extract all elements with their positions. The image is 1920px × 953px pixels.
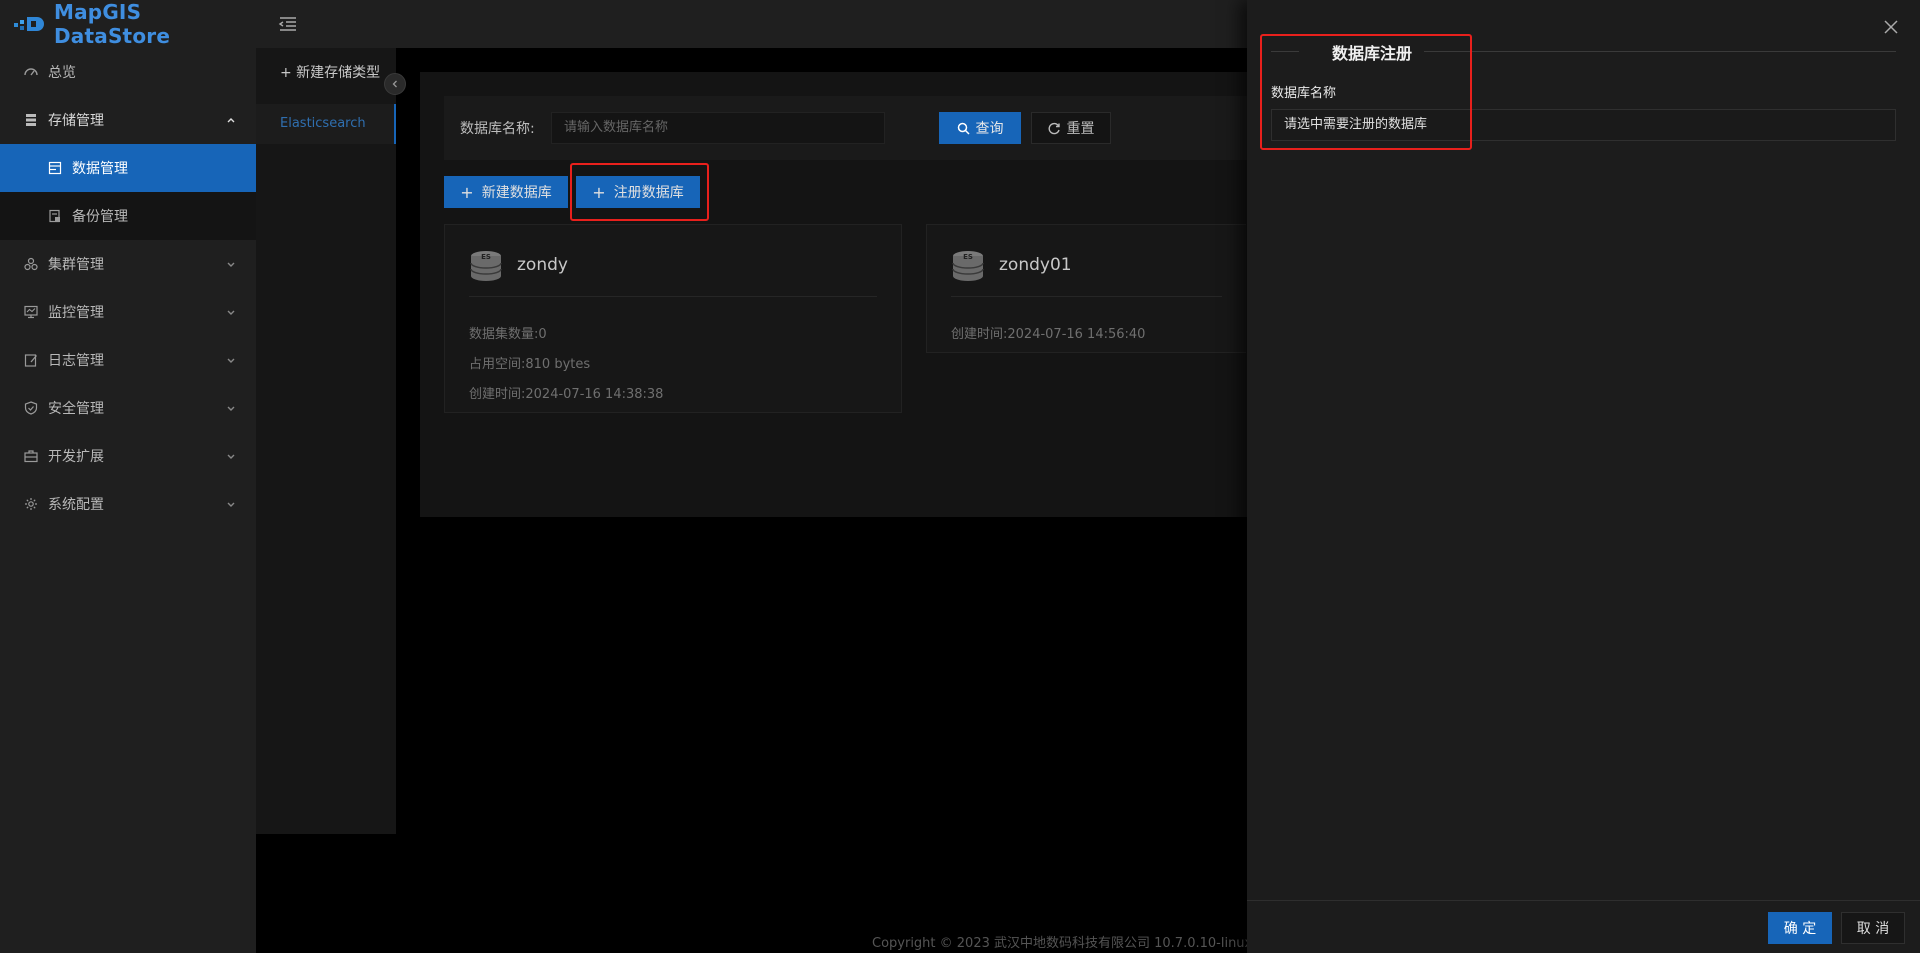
- sidebar-item-system-config[interactable]: 系统配置: [0, 480, 256, 528]
- storage-type-panel: + 新建存储类型 Elasticsearch: [256, 48, 396, 834]
- reload-icon: [1048, 122, 1061, 135]
- chevron-down-icon: [227, 454, 235, 459]
- close-icon[interactable]: [1882, 18, 1900, 36]
- chevron-up-icon: [227, 118, 235, 123]
- card-title: zondy: [517, 255, 568, 275]
- storage-icon: [24, 113, 38, 127]
- log-icon: [24, 353, 38, 367]
- card-dataset-count: 数据集数量:0: [469, 327, 547, 342]
- sidebar: MapGIS DataStore 总览 存储管理 数据管理 备份管理 集群管理 …: [0, 0, 256, 953]
- sidebar-item-cluster[interactable]: 集群管理: [0, 240, 256, 288]
- sidebar-item-security[interactable]: 安全管理: [0, 384, 256, 432]
- search-input[interactable]: 请输入数据库名称: [551, 112, 885, 144]
- logo-icon: [14, 14, 48, 34]
- database-es-icon: ES: [952, 251, 984, 281]
- sidebar-item-storage[interactable]: 存储管理: [0, 96, 256, 144]
- database-name-select[interactable]: 请选中需要注册的数据库: [1271, 109, 1896, 141]
- register-database-button[interactable]: + 注册数据库: [576, 176, 700, 208]
- es-badge: ES: [963, 253, 973, 261]
- plus-icon: +: [460, 182, 474, 202]
- sidebar-item-dev-extension[interactable]: 开发扩展: [0, 432, 256, 480]
- sidebar-item-label: 备份管理: [72, 209, 128, 225]
- new-database-label: 新建数据库: [481, 185, 552, 201]
- cancel-button[interactable]: 取 消: [1841, 912, 1905, 944]
- sidebar-item-label: 总览: [48, 65, 76, 81]
- app-root: MapGIS DataStore 总览 存储管理 数据管理 备份管理 集群管理 …: [0, 0, 1920, 953]
- query-button[interactable]: 查询: [939, 112, 1021, 144]
- chevron-down-icon: [227, 406, 235, 411]
- chevron-down-icon: [227, 358, 235, 363]
- confirm-button[interactable]: 确 定: [1768, 912, 1832, 944]
- sidebar-item-label: 数据管理: [72, 161, 128, 177]
- divider: [1271, 51, 1299, 52]
- sidebar-item-overview[interactable]: 总览: [0, 48, 256, 96]
- card-title: zondy01: [999, 255, 1072, 275]
- database-card[interactable]: ES zondy 数据集数量:0 占用空间:810 bytes 创建时间:202…: [444, 224, 902, 413]
- register-database-label: 注册数据库: [613, 185, 684, 201]
- divider: [1424, 51, 1896, 52]
- monitor-icon: [24, 305, 38, 319]
- register-drawer: 数据库注册 数据库名称 请选中需要注册的数据库 确 定 取 消: [1247, 0, 1920, 953]
- search-icon: [957, 122, 970, 135]
- search-label: 数据库名称:: [460, 121, 535, 137]
- sidebar-item-label: 开发扩展: [48, 449, 104, 465]
- sidebar-item-label: 集群管理: [48, 257, 104, 273]
- shield-icon: [24, 401, 38, 415]
- sidebar-item-label: 存储管理: [48, 113, 104, 129]
- panel-collapse-button[interactable]: [384, 73, 406, 95]
- reset-button-label: 重置: [1066, 121, 1095, 137]
- sidebar-item-data-management[interactable]: 数据管理: [0, 144, 256, 192]
- app-title: MapGIS DataStore: [54, 0, 171, 48]
- card-created-time: 创建时间:2024-07-16 14:56:40: [951, 327, 1146, 342]
- es-badge: ES: [481, 253, 491, 261]
- sidebar-item-label: 日志管理: [48, 353, 104, 369]
- sidebar-item-backup[interactable]: 备份管理: [0, 192, 256, 240]
- logo: MapGIS DataStore: [0, 0, 256, 48]
- database-card[interactable]: ES zondy01 创建时间:2024-07-16 14:56:40: [926, 224, 1246, 353]
- sidebar-item-label: 安全管理: [48, 401, 104, 417]
- card-storage-size: 占用空间:810 bytes: [469, 357, 591, 372]
- section-header: 数据库注册: [1271, 40, 1896, 63]
- database-name-label: 数据库名称: [1271, 86, 1337, 101]
- chevron-down-icon: [227, 310, 235, 315]
- toolbox-icon: [24, 449, 38, 463]
- chevron-down-icon: [227, 502, 235, 507]
- cluster-icon: [24, 257, 38, 271]
- sidebar-item-log[interactable]: 日志管理: [0, 336, 256, 384]
- new-storage-type-button[interactable]: + 新建存储类型: [280, 62, 380, 82]
- drawer-footer: 确 定 取 消: [1247, 900, 1920, 953]
- backup-icon: [48, 209, 62, 223]
- section-title: 数据库注册: [1332, 44, 1413, 63]
- gear-icon: [24, 497, 38, 511]
- database-es-icon: ES: [470, 251, 502, 281]
- dashboard-icon: [24, 65, 38, 79]
- card-header: ES zondy: [469, 249, 877, 297]
- card-created-time: 创建时间:2024-07-16 14:38:38: [469, 387, 664, 402]
- card-header: ES zondy01: [951, 249, 1222, 297]
- storage-type-item[interactable]: Elasticsearch: [256, 104, 396, 144]
- sidebar-item-label: 监控管理: [48, 305, 104, 321]
- plus-icon: +: [592, 182, 606, 202]
- menu-fold-icon[interactable]: [278, 14, 298, 34]
- new-database-button[interactable]: + 新建数据库: [444, 176, 568, 208]
- storage-submenu: 数据管理 备份管理: [0, 144, 256, 240]
- chevron-down-icon: [227, 262, 235, 267]
- sidebar-item-monitor[interactable]: 监控管理: [0, 288, 256, 336]
- chevron-left-icon: [392, 80, 397, 88]
- copyright-footer: Copyright © 2023 武汉中地数码科技有限公司 10.7.0.10-…: [872, 936, 1253, 951]
- query-button-label: 查询: [975, 121, 1004, 137]
- reset-button[interactable]: 重置: [1031, 112, 1111, 144]
- data-icon: [48, 161, 62, 175]
- sidebar-item-label: 系统配置: [48, 497, 104, 513]
